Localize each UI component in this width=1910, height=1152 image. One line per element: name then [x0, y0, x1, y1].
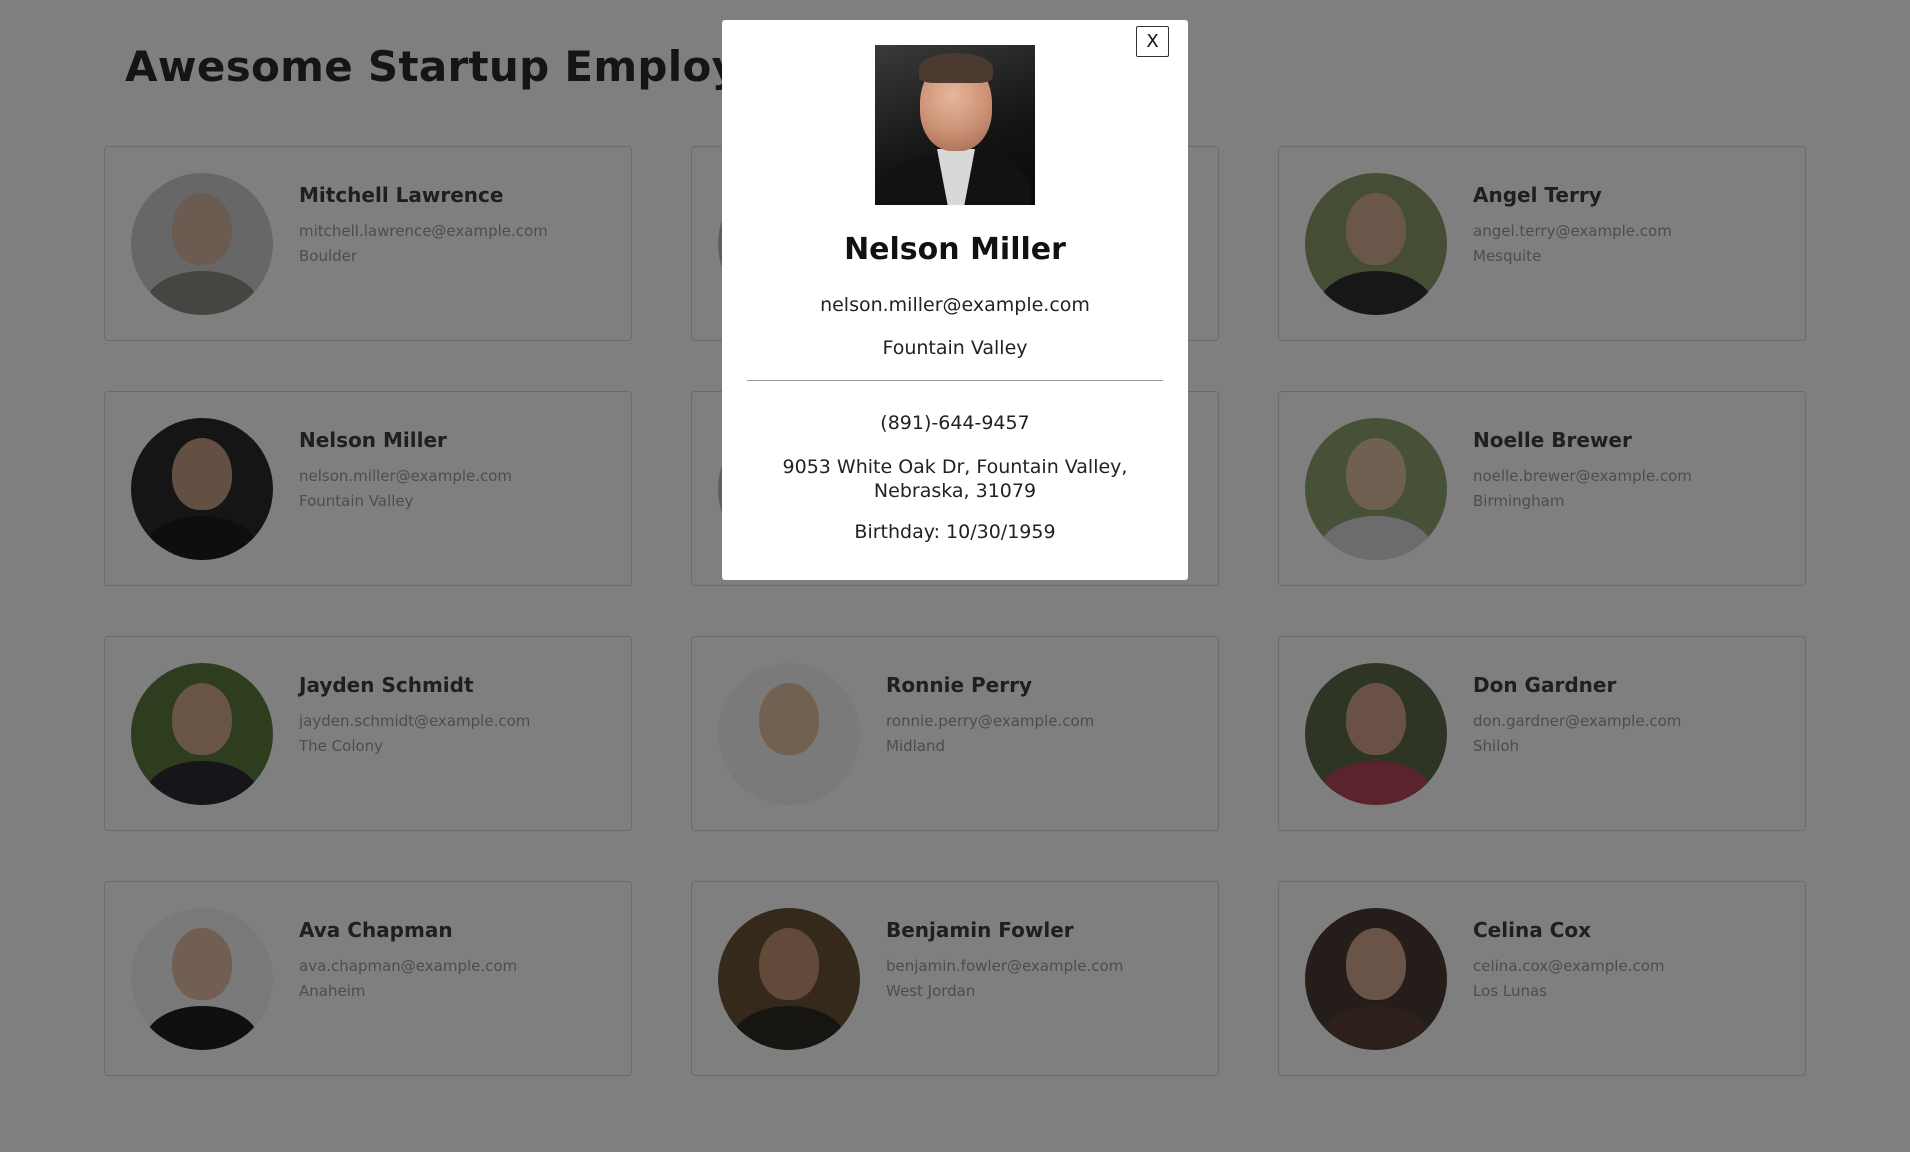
- modal-employee-city: Fountain Valley: [882, 337, 1028, 359]
- modal-employee-phone: (891)-644-9457: [880, 412, 1030, 434]
- modal-close-button[interactable]: X: [1136, 26, 1169, 57]
- modal-employee-address: 9053 White Oak Dr, Fountain Valley, Nebr…: [782, 456, 1128, 502]
- modal-employee-birthday: Birthday: 10/30/1959: [854, 521, 1056, 543]
- modal-employee-name: Nelson Miller: [844, 232, 1066, 267]
- employee-modal: X Nelson Miller nelson.miller@example.co…: [722, 20, 1188, 580]
- employee-directory-page: Awesome Startup Employee Directory Mitch…: [0, 0, 1910, 1152]
- modal-employee-photo: [875, 45, 1035, 205]
- modal-divider: [747, 380, 1163, 381]
- modal-employee-email: nelson.miller@example.com: [820, 294, 1090, 316]
